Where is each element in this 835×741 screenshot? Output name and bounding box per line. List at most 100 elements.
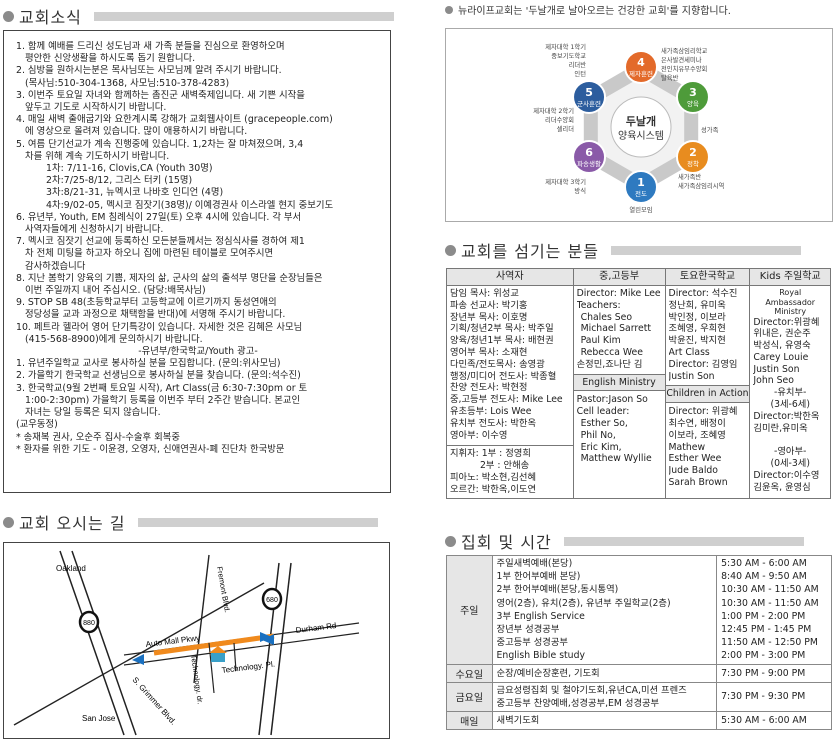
stage-number: 2: [689, 146, 697, 159]
staff-entry: Jude Baldo: [668, 465, 718, 477]
stage-label: 정착: [687, 159, 699, 168]
staff-entry: -영아부-: [774, 446, 807, 458]
staff-entry: -유치부-: [774, 387, 807, 399]
notice-line: 10. 페트라 헬라어 영어 단기특강이 있습니다. 자세한 것은 김혜은 사모…: [16, 321, 303, 333]
staff-header-cell: 토요한국학교: [664, 268, 751, 286]
staff-entry: 박성식, 유영숙: [753, 340, 811, 352]
service-time: 2:00 PM - 3:00 PM: [721, 650, 806, 662]
staff-col-youth: Director: Mike Lee Teachers: Chales Seo Mic…: [572, 285, 666, 499]
directions-title: 교회 오시는 길: [19, 514, 126, 533]
service-time: 10:30 AM - 11:50 AM: [721, 597, 819, 609]
notice-line: 1:00-2:30pm) 가을학기 등록을 이번주 부터 2주간 받습니다. 본…: [25, 394, 301, 406]
staff-entry: Esther So,: [580, 417, 628, 429]
staff-entry: Esther Wee: [668, 453, 722, 465]
notice-line: 3차:8/21-31, 뉴멕시코 나바호 인디언 (4명): [46, 187, 224, 199]
service-time: 5:30 AM - 6:00 AM: [721, 558, 807, 569]
service-time: 1:00 PM - 2:00 PM: [721, 610, 806, 622]
service-time: 8:40 AM - 9:50 AM: [721, 571, 807, 583]
service-times: 5:30 AM - 6:00 AM: [716, 711, 832, 731]
stage-caption: 방식: [574, 186, 586, 195]
staff-entry: Director: 위광혜: [668, 406, 738, 418]
diagram-svg: 두날개양육시스템 1전도 2정착 3양육 4제자훈련 5군사훈련 6파송생활열린모임 새가족반…: [533, 42, 724, 214]
staff-title: 교회를 섬기는 분들: [461, 242, 599, 261]
header-rule: [137, 517, 378, 527]
staff-entry: Matthew Wyllie: [580, 453, 652, 465]
notice-line: 4. 매일 새벽 출애굽기와 요한계시록 강해가 교회웹사이트 (gracepe…: [16, 114, 333, 126]
oakland-label: Oakland: [56, 564, 86, 573]
staff-entry: 최수연, 배정이: [668, 417, 726, 429]
staff-entry: 김윤옥, 윤영심: [753, 481, 811, 493]
staff-col-korean-school: Director: 석수진 정난희, 유미옥 박인정, 이보라 조혜영, 우희현 박윤진…: [664, 285, 751, 499]
staff-entry: Teachers:: [576, 299, 621, 311]
service-time: 5:30 AM - 6:00 AM: [721, 714, 807, 726]
staff-entry: Rebecca Wee: [580, 346, 643, 358]
service-item: 새벽기도회: [496, 714, 540, 726]
staff-entry: Pastor:Jason So: [576, 394, 648, 406]
staff-entry: Phil No,: [580, 429, 616, 441]
staff-entry: 찬양 전도사: 박현정: [450, 382, 528, 394]
stage-caption: 제자대학 3학기: [545, 177, 586, 186]
service-item: 2부 한어부예배(본당,동시통역): [496, 584, 619, 596]
service-time: 10:30 AM - 11:50 AM: [721, 584, 819, 596]
staff-entry: Sarah Brown: [668, 476, 728, 488]
header-rule: [93, 11, 394, 21]
discipleship-diagram: 두날개 양육시스템 1 전도 2 정착 3 양육 4 제자훈련 5 군사훈련 6 파송생활 열린모임 새가족반…: [445, 28, 833, 222]
stage-label: 전도: [635, 189, 647, 198]
notice-line: 4차:9/02-05, 멕시코 짐잣기(38명)/ 이예경권사 이스라엘 현지 …: [46, 199, 334, 211]
staff-col-kids: Royal Ambassador Ministry Director:위광혜 위내…: [749, 285, 831, 499]
staff-entry: Michael Sarrett: [580, 323, 652, 335]
staff-entry: (0세-3세): [770, 458, 810, 470]
service-items: 순장/예비순장훈련, 기도회: [491, 663, 718, 683]
directions-map: 880 680 Oakland San Jose Fremont Blvd. A…: [3, 542, 390, 739]
stage-caption: 전인치유무수양회: [661, 64, 707, 73]
staff-entry: Director: 김영임: [668, 358, 738, 370]
staff-entry: 이보라, 조혜영: [668, 429, 726, 441]
staff-entry: 유치부 전도사: 박한옥: [450, 417, 537, 429]
staff-entry: 정난희, 유미옥: [668, 299, 726, 311]
notice-line: 2. 심방을 원하시는분은 목사님또는 사모님께 알려 주시기 바랍니다.: [16, 65, 282, 77]
service-times: 7:30 PM - 9:00 PM: [716, 663, 832, 683]
staff-entry: 파송 선교사: 박기홍: [450, 299, 528, 311]
staff-entry: Director: Mike Lee: [576, 288, 661, 299]
staff-header-cell: 중,고등부: [572, 268, 666, 286]
stage-label: 파송생활: [577, 159, 601, 168]
staff-entry: 피아노: 박소현,김선혜: [450, 471, 537, 483]
service-time: 7:30 PM - 9:00 PM: [721, 667, 806, 679]
stage-number: 6: [585, 146, 593, 159]
staff-entry: 영어부 목사: 소재현: [450, 346, 528, 358]
stage-number: 3: [689, 86, 697, 99]
staff-col-pastors: 담임 목사: 위성교 파송 선교사: 박기홍 장년부 목사: 이호명 기획/청년2부 …: [446, 285, 574, 499]
stage-caption: 성가족: [701, 125, 719, 134]
center-subtitle: 양육시스템: [618, 130, 664, 142]
staff-entry: Justin Son: [753, 363, 800, 375]
stage-label: 군사훈련: [577, 99, 601, 108]
staff-entry: 2부 : 안해송: [480, 460, 530, 472]
staff-entry: 담임 목사: 위성교: [450, 288, 519, 299]
directions-header: 교회 오시는 길: [3, 510, 378, 534]
staff-entry: 양육/청년1부 목사: 배현권: [450, 335, 554, 347]
staff-header-cell: 사역자: [446, 268, 574, 286]
stage-caption: 셀리더: [557, 124, 574, 133]
stage-number: 5: [585, 86, 593, 99]
english-ministry-subheader: English Ministry: [573, 373, 665, 392]
service-item: English Bible study: [496, 650, 585, 662]
staff-entry: 장년부 목사: 이호명: [450, 311, 528, 323]
children-in-action-subheader: Children in Action: [665, 385, 750, 404]
notice-line: 2차:7/25-8/12, 그리스 터키 (15명): [46, 175, 193, 187]
stage-label: 양육: [687, 100, 699, 108]
staff-table: 사역자 중,고등부 토요한국학교 Kids 주일학교 담임 목사: 위성교 파송 …: [446, 268, 831, 499]
service-time: 7:30 PM - 9:30 PM: [721, 691, 806, 703]
service-day: 금요일: [446, 681, 493, 713]
staff-entry: Director:위광혜: [753, 316, 820, 328]
staff-entry: 다민족/전도목사: 송영광: [450, 358, 545, 370]
staff-entry: 영아부: 이수영: [450, 429, 508, 441]
notice-line: 정당성을 교과 과정으로 채택함을 반대)에 서명해 주시기 바랍니다.: [25, 309, 286, 321]
stage-caption: 리더수양회: [545, 115, 574, 124]
stage-caption: 탈육반: [661, 73, 679, 82]
services-header: 집회 및 시간: [445, 529, 804, 553]
stage-caption: 새가족삼임리학교: [661, 46, 708, 55]
bullet-icon: [445, 535, 456, 547]
service-item: 금요성령집회 및 철야기도회,유년CA,미션 프렌즈: [496, 684, 687, 696]
fremont-blvd-label: Fremont Blvd.: [215, 566, 232, 614]
service-day: 주일: [446, 555, 493, 665]
